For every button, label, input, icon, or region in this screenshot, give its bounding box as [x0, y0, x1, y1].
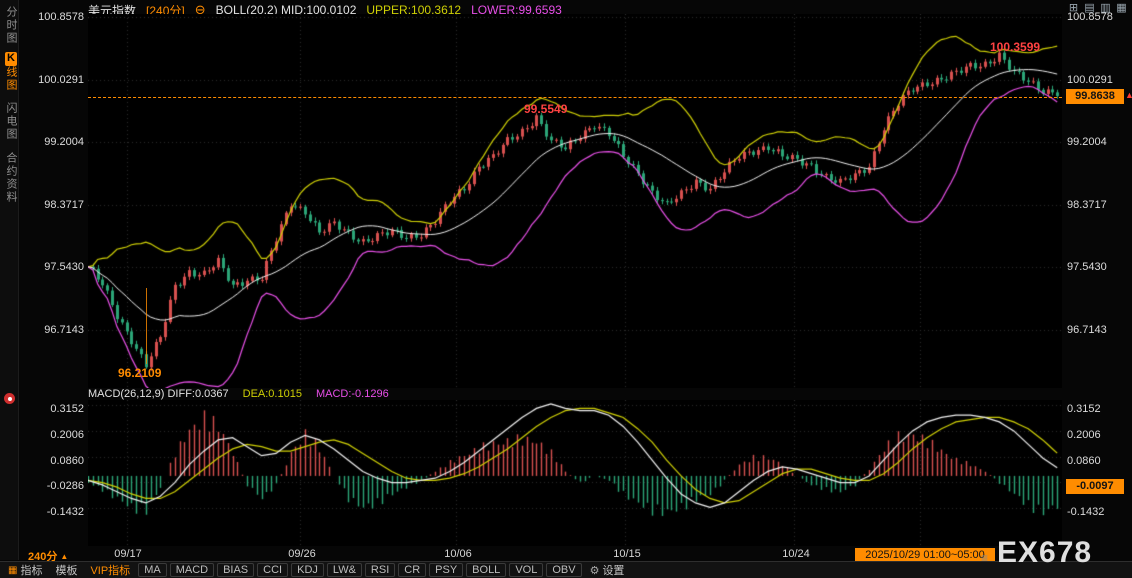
layout-panes-icon[interactable]: ▦	[1115, 2, 1128, 15]
macd-axis-label: 0.0860	[1067, 455, 1101, 467]
toolbar-tab-bias[interactable]: BIAS	[217, 563, 255, 577]
sidebar-item-lightning-chart[interactable]: 闪电图	[3, 102, 19, 141]
macd-axis-label: 0.3152	[50, 403, 84, 415]
toolbar-tab-ma[interactable]: MA	[138, 563, 167, 577]
macd-header: MACD(26,12,9) DIFF:0.0367 DEA:0.1015 MAC…	[88, 388, 389, 400]
period-up-arrow-icon: ▲	[60, 551, 69, 561]
toolbar-tab-label: LW&	[332, 564, 356, 576]
annotation-swing-high: 99.5549	[524, 102, 568, 116]
price-axis-label: 96.7143	[44, 324, 84, 336]
toolbar-tab-kdj[interactable]: KDJ	[291, 563, 324, 577]
window-controls: ⊞ ▤ ▥ ▦	[1067, 2, 1128, 15]
toolbar-tab-label: MACD	[175, 564, 209, 576]
macd-axis-label: 0.2006	[1067, 429, 1101, 441]
x-axis-date: 10/15	[613, 548, 641, 560]
macd-axis-label: 0.2006	[50, 429, 84, 441]
current-price-line	[88, 97, 1062, 98]
toolbar-tab-cr[interactable]: CR	[398, 563, 427, 577]
macd-dea-label: DEA:0.1015	[242, 388, 302, 400]
toolbar-tab-cci[interactable]: CCI	[257, 563, 289, 577]
toolbar-tab-psy[interactable]: PSY	[429, 563, 464, 577]
annotation-high-price: 100.3599	[990, 40, 1041, 54]
layout-grid-icon[interactable]: ⊞	[1067, 2, 1080, 15]
x-axis-date: 09/17	[114, 548, 142, 560]
grid-icon: ▦	[8, 564, 18, 576]
layout-columns-icon[interactable]: ▥	[1099, 2, 1112, 15]
toolbar-tab-vip-indicator[interactable]: VIP指标	[85, 562, 135, 578]
current-price-tag: 99.8638	[1066, 89, 1124, 104]
sidebar-item-time-share-chart[interactable]: 分时图	[3, 6, 19, 45]
toolbar-tab-label: VIP指标	[90, 565, 131, 577]
macd-value-label: MACD:-0.1296	[315, 388, 389, 400]
toolbar-tab-label: PSY	[435, 564, 458, 576]
price-axis-label: 97.5430	[1067, 261, 1107, 273]
toolbar-tab-label: OBV	[552, 564, 576, 576]
brand-watermark: EX678	[997, 536, 1093, 569]
bottom-toolbar: ▦ 指标 模板 VIP指标 MA MACD BIAS CCI KDJ LW& R…	[0, 561, 1132, 578]
toolbar-tab-template[interactable]: 模板	[50, 562, 82, 578]
price-up-arrow-icon: ▲	[1125, 90, 1132, 100]
toolbar-tab-obv[interactable]: OBV	[546, 563, 582, 577]
sidebar-item-kline-chart[interactable]: K线图	[3, 52, 19, 92]
macd-axis-label: 0.3152	[1067, 403, 1101, 415]
sidebar-item-contract-info[interactable]: 合约资料	[3, 152, 19, 204]
toolbar-tab-label: BOLL	[472, 564, 501, 576]
toolbar-tab-label: KDJ	[297, 564, 318, 576]
macd-chart-area[interactable]	[88, 400, 1062, 546]
annotation-low-price: 96.2109	[118, 366, 162, 380]
toolbar-tab-label: 设置	[602, 565, 625, 577]
price-chart-canvas[interactable]	[88, 14, 1062, 388]
x-axis-date: 10/06	[444, 548, 472, 560]
price-axis-label: 98.3717	[1067, 199, 1107, 211]
macd-axis-label: -0.1432	[1067, 506, 1105, 518]
toolbar-tab-rsi[interactable]: RSI	[364, 563, 396, 577]
x-axis-date: 10/24	[782, 548, 810, 560]
toolbar-tab-label: BIAS	[223, 564, 249, 576]
toolbar-tab-macd[interactable]: MACD	[169, 563, 215, 577]
gear-icon: ⚙	[589, 564, 600, 577]
hot-indicator-icon[interactable]	[4, 393, 15, 404]
macd-params-label: MACD(26,12,9) DIFF:0.0367	[88, 388, 229, 400]
toolbar-tab-lwr[interactable]: LW&	[326, 563, 362, 577]
macd-axis-label: -0.1432	[46, 506, 84, 518]
toolbar-tab-label: CCI	[263, 564, 283, 576]
current-period-badge: 2025/10/29 01:00~05:00	[855, 548, 995, 562]
sidebar-nav: 分时图 K线图 闪电图 合约资料	[0, 0, 19, 560]
price-axis-label: 99.2004	[44, 136, 84, 148]
toolbar-tab-label: CR	[404, 564, 421, 576]
toolbar-tab-label: 模板	[55, 565, 78, 577]
price-axis-label: 96.7143	[1067, 324, 1107, 336]
price-axis-label: 100.8578	[38, 11, 84, 23]
macd-chart-canvas[interactable]	[88, 400, 1062, 546]
price-axis-label: 100.0291	[38, 74, 84, 86]
macd-axis-label: 0.0860	[50, 455, 84, 467]
toolbar-tab-label: RSI	[370, 564, 390, 576]
toolbar-tab-indicator[interactable]: ▦ 指标	[3, 562, 47, 578]
toolbar-tab-label: 指标	[20, 565, 43, 577]
price-axis-label: 97.5430	[44, 261, 84, 273]
macd-current-tag: -0.0097	[1066, 479, 1124, 494]
toolbar-tab-settings[interactable]: ⚙ 设置	[585, 562, 630, 578]
layout-rows-icon[interactable]: ▤	[1083, 2, 1096, 15]
toolbar-tab-vol[interactable]: VOL	[509, 563, 544, 577]
toolbar-tab-label: VOL	[515, 564, 538, 576]
price-axis-label: 98.3717	[44, 199, 84, 211]
kline-badge: K	[5, 52, 17, 66]
annotation-low-line	[146, 288, 147, 364]
toolbar-tab-boll[interactable]: BOLL	[466, 563, 507, 577]
trading-terminal: 美元指数 [240分] ⊖ BOLL(20,2) MID:100.0102 UP…	[0, 0, 1132, 578]
price-axis-label: 100.0291	[1067, 74, 1113, 86]
x-axis-date: 09/26	[288, 548, 316, 560]
price-axis-label: 99.2004	[1067, 136, 1107, 148]
price-chart-area[interactable]: 100.3599 99.5549 96.2109	[88, 14, 1062, 388]
kline-label: 线图	[5, 66, 17, 92]
toolbar-tab-label: MA	[144, 564, 161, 576]
macd-axis-label: -0.0286	[46, 480, 84, 492]
